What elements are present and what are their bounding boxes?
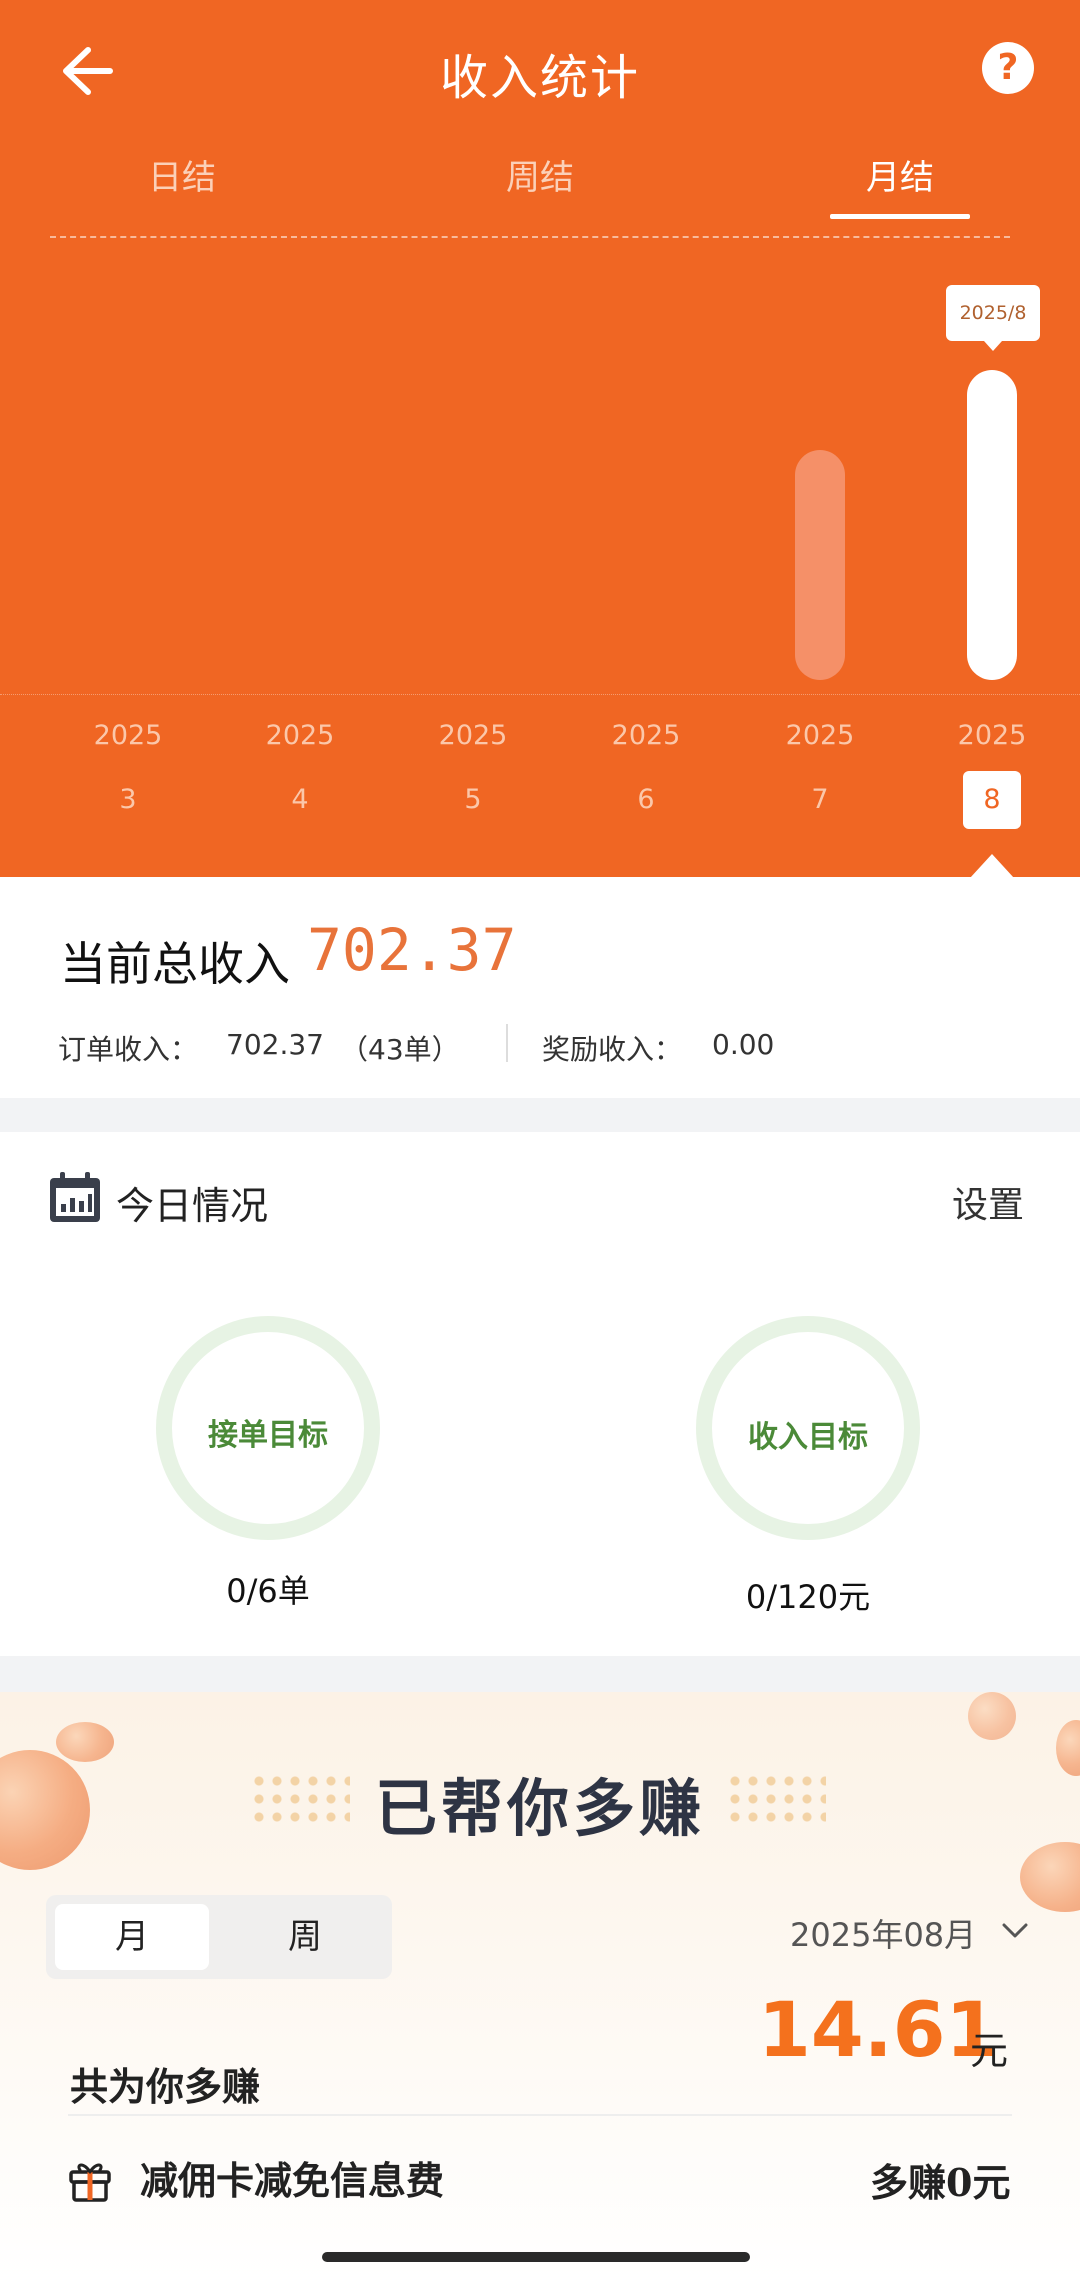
- chart-bar-2025-8[interactable]: [967, 370, 1017, 680]
- calendar-chart-icon: [50, 1172, 100, 1222]
- x-year-label[interactable]: 2025: [68, 720, 188, 751]
- x-year-label[interactable]: 2025: [586, 720, 706, 751]
- reward-income-label: 奖励收入：: [542, 1033, 683, 1066]
- divider: [68, 2114, 1012, 2116]
- section-separator: [0, 1098, 1080, 1132]
- extra-earnings-unit: 元: [970, 2029, 1009, 2073]
- home-indicator: [322, 2252, 750, 2262]
- order-income-value: 702.37: [226, 1028, 324, 1061]
- chart-baseline: [0, 694, 1080, 695]
- chart-bar-2025-7[interactable]: [795, 450, 845, 680]
- page-title: 收入统计: [439, 50, 640, 106]
- x-year-label[interactable]: 2025: [760, 720, 880, 751]
- total-income-label: 当前总收入: [60, 937, 290, 991]
- discount-card-row-value: 多赚0元: [870, 2160, 1011, 2205]
- tab-daily[interactable]: 日结: [82, 150, 282, 199]
- x-month-label[interactable]: 6: [586, 784, 706, 815]
- extra-earnings-label: 共为你多赚: [70, 2064, 261, 2109]
- tab-monthly[interactable]: 月结: [800, 150, 1000, 199]
- chevron-down-icon[interactable]: [1000, 1916, 1030, 1946]
- active-tab-underline: [830, 214, 970, 219]
- section-separator: [0, 1656, 1080, 1692]
- total-income-value: 702.37: [307, 916, 517, 984]
- today-section-title: 今日情况: [116, 1184, 269, 1228]
- x-month-label[interactable]: 7: [760, 784, 880, 815]
- tab-weekly[interactable]: 周结: [440, 150, 640, 199]
- order-income-label: 订单收入：: [58, 1033, 199, 1066]
- reward-income-value: 0.00: [712, 1028, 775, 1061]
- x-month-label[interactable]: 4: [240, 784, 360, 815]
- coin-decoration: [56, 1722, 114, 1762]
- segment-week[interactable]: 周: [228, 1904, 382, 1970]
- promo-title: 已帮你多赚: [374, 1772, 705, 1845]
- order-goal-value: 0/6单: [226, 1572, 310, 1610]
- x-month-label[interactable]: 3: [68, 784, 188, 815]
- x-year-label[interactable]: 2025: [932, 720, 1052, 751]
- x-year-label[interactable]: 2025: [240, 720, 360, 751]
- summary-divider: [506, 1024, 508, 1062]
- x-month-label[interactable]: 5: [413, 784, 533, 815]
- help-icon[interactable]: ?: [982, 42, 1034, 94]
- extra-earnings-value: 14.61: [758, 1985, 999, 2074]
- gift-icon: [69, 2163, 111, 2202]
- discount-card-row-label[interactable]: 减佣卡减免信息费: [140, 2150, 444, 2205]
- chart-tooltip: 2025/8: [946, 285, 1040, 351]
- selection-pointer: [970, 854, 1014, 878]
- order-goal-label: 接单目标: [208, 1418, 328, 1453]
- settings-link[interactable]: 设置: [952, 1176, 1024, 1228]
- chart-top-divider: [50, 236, 1010, 238]
- segment-month[interactable]: 月: [55, 1904, 209, 1970]
- x-month-label-selected[interactable]: 8: [932, 784, 1052, 815]
- x-year-label[interactable]: 2025: [413, 720, 533, 751]
- coin-decoration: [968, 1692, 1016, 1740]
- order-count: （43单）: [340, 1033, 460, 1066]
- income-goal-value: 0/120元: [745, 1578, 871, 1616]
- month-selector[interactable]: 2025年08月: [790, 1910, 976, 1956]
- income-goal-label: 收入目标: [748, 1420, 868, 1455]
